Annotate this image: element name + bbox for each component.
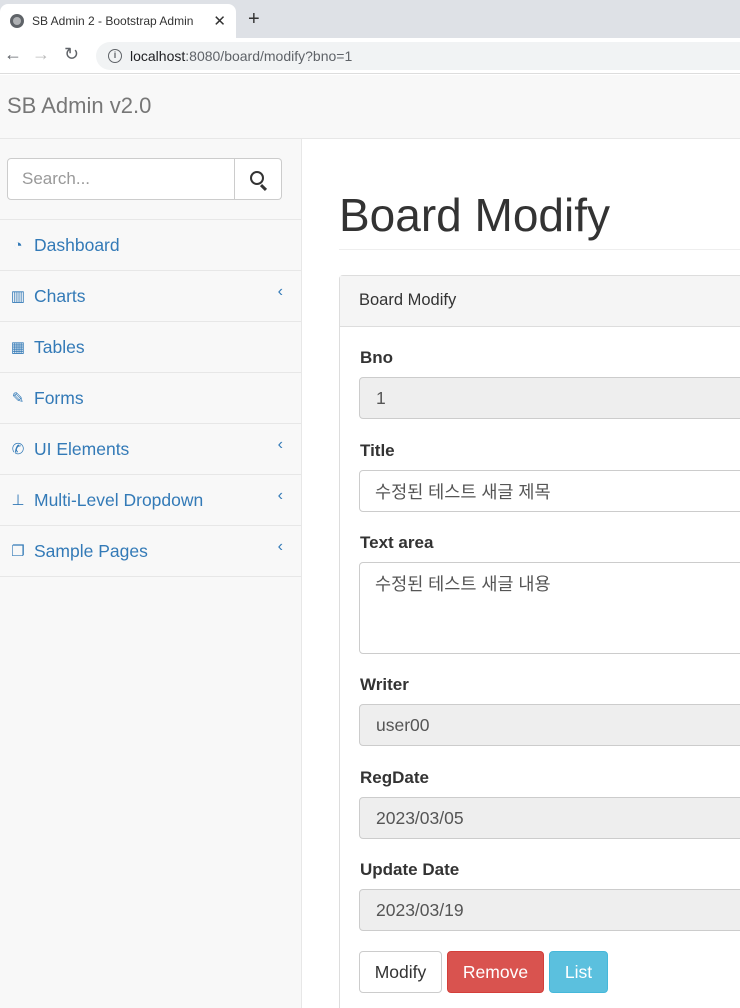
title-label: Title xyxy=(360,441,395,460)
chevron-left-icon: ‹ xyxy=(277,283,283,300)
sidebar-item-forms[interactable]: ✎ Forms xyxy=(0,373,301,424)
top-navbar: SB Admin v2.0 xyxy=(0,75,740,139)
tab-title: SB Admin 2 - Bootstrap Admin xyxy=(32,14,194,28)
bno-label: Bno xyxy=(360,348,394,367)
sidebar-item-ui-elements[interactable]: ✆ UI Elements ‹ xyxy=(0,424,301,475)
address-bar: ← → ↻ i localhost:8080/board/modify?bno=… xyxy=(0,38,740,74)
url-text: localhost:8080/board/modify?bno=1 xyxy=(130,48,353,64)
sidebar-menu: ◔ Dashboard ▥ Charts ‹ ▦ Tables ✎ Forms … xyxy=(0,219,301,577)
forward-icon[interactable]: → xyxy=(32,44,50,65)
files-icon: ❐ xyxy=(11,543,25,560)
updatedate-field: 2023/03/19 xyxy=(359,889,740,931)
info-icon[interactable]: i xyxy=(108,49,122,63)
chevron-left-icon: ‹ xyxy=(277,487,283,504)
sidebar-item-label: Sample Pages xyxy=(34,540,148,561)
wrench-icon: ✆ xyxy=(11,441,25,458)
new-tab-button[interactable]: + xyxy=(248,8,260,31)
sidebar-item-label: Forms xyxy=(34,387,84,408)
sidebar-item-charts[interactable]: ▥ Charts ‹ xyxy=(0,271,301,322)
browser-tab-bar: SB Admin 2 - Bootstrap Admin ✕ + xyxy=(0,0,740,38)
sidebar-item-sample-pages[interactable]: ❐ Sample Pages ‹ xyxy=(0,526,301,577)
content-label: Text area xyxy=(360,533,434,552)
sidebar-item-label: Tables xyxy=(34,336,85,357)
browser-tab[interactable]: SB Admin 2 - Bootstrap Admin ✕ xyxy=(0,4,236,38)
chevron-left-icon: ‹ xyxy=(277,538,283,555)
sidebar: ◔ Dashboard ▥ Charts ‹ ▦ Tables ✎ Forms … xyxy=(0,139,302,1008)
search-button[interactable] xyxy=(235,158,282,200)
sidebar-item-multi-level[interactable]: ⊥ Multi-Level Dropdown ‹ xyxy=(0,475,301,526)
sidebar-item-label: Multi-Level Dropdown xyxy=(34,489,204,510)
sidebar-item-label: Dashboard xyxy=(34,234,120,255)
regdate-field: 2023/03/05 xyxy=(359,797,740,839)
globe-icon xyxy=(10,14,24,28)
sitemap-icon: ⊥ xyxy=(11,492,25,509)
title-input[interactable]: 수정된 테스트 새글 제목 xyxy=(359,470,740,512)
brand-logo[interactable]: SB Admin v2.0 xyxy=(7,93,151,119)
writer-label: Writer xyxy=(360,675,409,694)
edit-icon: ✎ xyxy=(11,390,25,407)
page-title: Board Modify xyxy=(339,189,611,241)
dashboard-icon: ◔ xyxy=(13,236,23,254)
writer-field: user00 xyxy=(359,704,740,746)
regdate-label: RegDate xyxy=(360,768,429,787)
sidebar-item-tables[interactable]: ▦ Tables xyxy=(0,322,301,373)
sidebar-item-label: UI Elements xyxy=(34,438,130,459)
title-divider xyxy=(339,249,740,250)
sidebar-search xyxy=(7,158,282,200)
reload-icon[interactable]: ↻ xyxy=(64,44,79,65)
sidebar-item-dashboard[interactable]: ◔ Dashboard xyxy=(0,220,301,271)
close-tab-icon[interactable]: ✕ xyxy=(213,12,226,30)
chevron-left-icon: ‹ xyxy=(277,436,283,453)
bno-field: 1 xyxy=(359,377,740,419)
search-input[interactable] xyxy=(7,158,235,200)
back-icon[interactable]: ← xyxy=(4,44,22,65)
panel-heading: Board Modify xyxy=(340,276,740,327)
table-icon: ▦ xyxy=(10,339,26,356)
updatedate-label: Update Date xyxy=(360,860,460,879)
url-input[interactable]: i localhost:8080/board/modify?bno=1 xyxy=(96,42,740,70)
search-icon xyxy=(250,171,264,185)
content-textarea[interactable]: 수정된 테스트 새글 내용 xyxy=(359,562,740,654)
modify-button[interactable]: Modify xyxy=(359,951,442,993)
bar-chart-icon: ▥ xyxy=(10,288,26,305)
list-button[interactable]: List xyxy=(549,951,608,993)
sidebar-item-label: Charts xyxy=(34,285,86,306)
remove-button[interactable]: Remove xyxy=(447,951,544,993)
